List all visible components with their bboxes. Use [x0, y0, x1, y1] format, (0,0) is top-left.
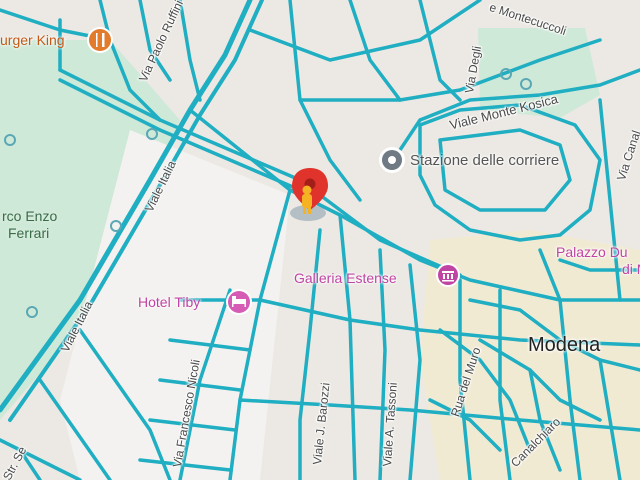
park-marker: [500, 68, 512, 80]
poi-palazzo-line1: Palazzo Du: [556, 244, 628, 260]
park-label-line1: rco Enzo: [2, 208, 58, 224]
park-marker: [4, 134, 16, 146]
city-label-modena[interactable]: Modena: [528, 334, 600, 357]
poi-hotel-label[interactable]: Hotel Tiby: [138, 294, 200, 310]
park-label[interactable]: rco Enzo Ferrari: [2, 208, 57, 242]
fork-knife-icon: [87, 27, 113, 53]
museum-icon: [436, 263, 460, 287]
park-marker: [146, 128, 158, 140]
park-marker: [110, 220, 122, 232]
poi-bus-station-label[interactable]: Stazione delle corriere: [410, 152, 559, 169]
park-marker: [26, 306, 38, 318]
map-canvas[interactable]: urger King Via Paolo Ruffini Viale Itali…: [0, 0, 640, 480]
park-label-line2: Ferrari: [8, 225, 50, 241]
poi-galleria-estense-label[interactable]: Galleria Estense: [294, 270, 397, 286]
park-marker: [520, 78, 532, 90]
poi-palazzo-label[interactable]: Palazzo Du di Mo: [556, 244, 640, 278]
poi-burger-king-label[interactable]: urger King: [0, 32, 65, 48]
bed-icon: [226, 289, 252, 315]
bus-station-icon: [379, 147, 405, 173]
poi-palazzo-line2: di Mo: [622, 261, 640, 277]
